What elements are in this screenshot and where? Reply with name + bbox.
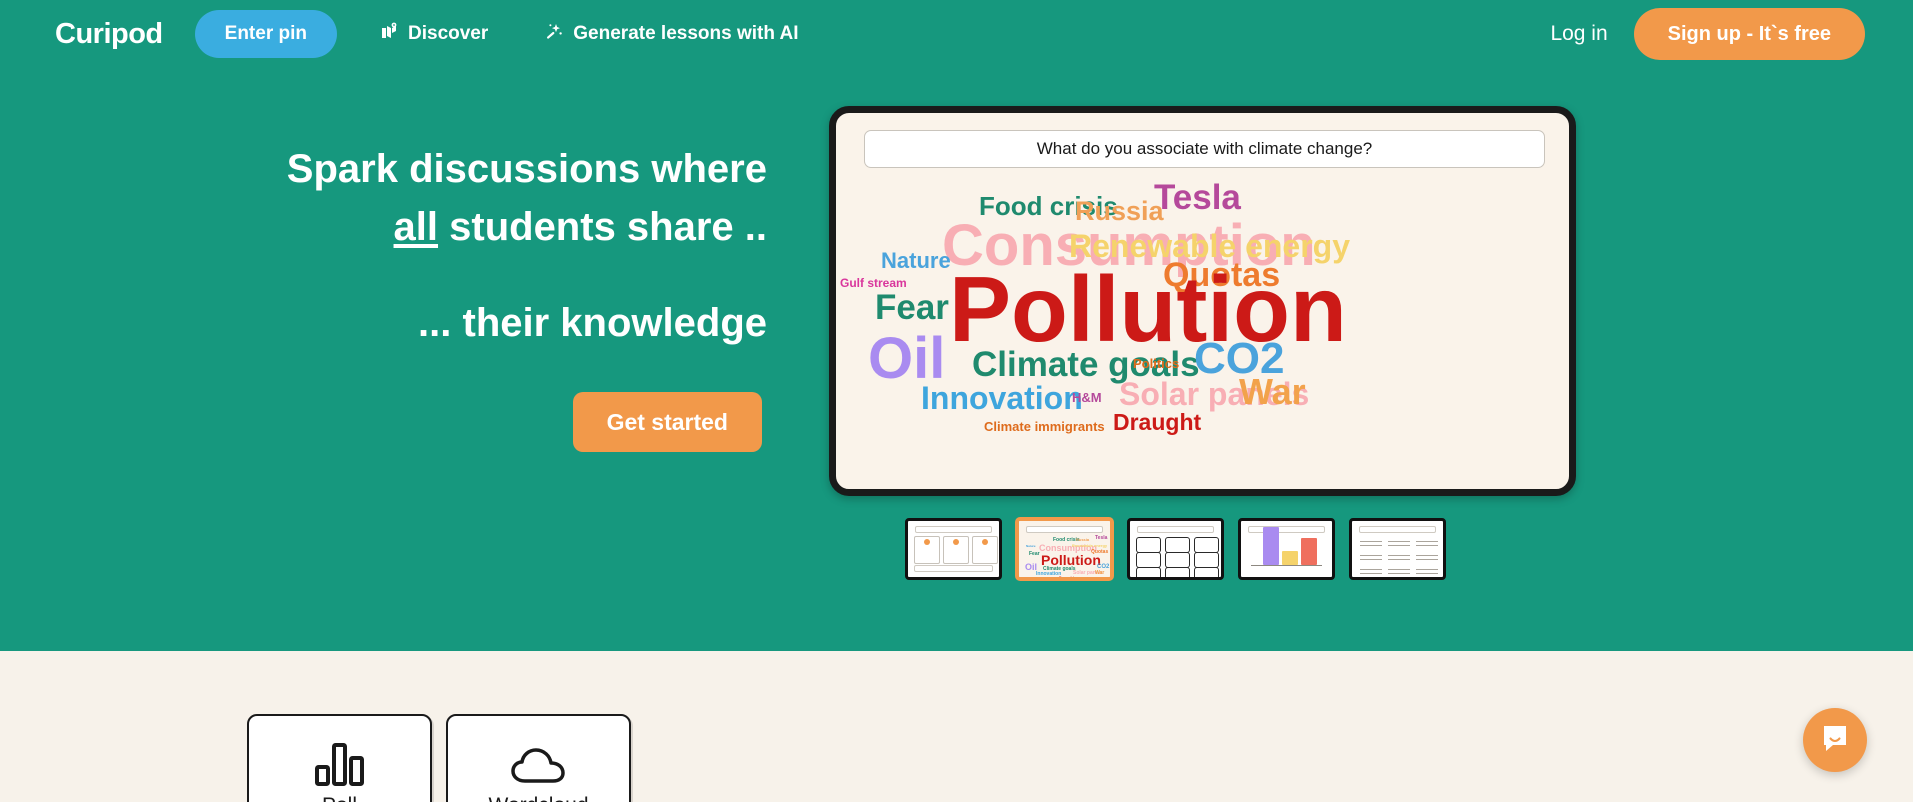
wordcloud-word: H&M [1072, 391, 1102, 404]
hero-headline-line2-rest: students share .. [438, 205, 767, 249]
thumbnail-drawing-cell [1165, 537, 1190, 553]
thumbnail-question-bar [1248, 526, 1325, 533]
thumbnail-text-cell [1358, 552, 1384, 566]
thumbnail-text-cell [1414, 538, 1440, 552]
nav-item-discover[interactable]: Discover [381, 22, 488, 46]
activity-type-cards: Poll Wordcloud [247, 714, 631, 802]
wordcloud-word: Climate immigrants [984, 420, 1105, 433]
thumbnail-slide-4[interactable] [1238, 518, 1335, 580]
bar-chart-icon [315, 738, 365, 786]
thumbnail-word: War [1095, 571, 1104, 576]
features-section: Poll Wordcloud Create interactive lesson… [0, 651, 1913, 802]
wordcloud-word: Fear [875, 290, 949, 325]
thumbnail-word: Renewable energy [1072, 544, 1107, 548]
intercom-chat-button[interactable] [1803, 708, 1867, 772]
smiley-face-icon [61, 27, 75, 38]
thumbnail-word: Innovation [1036, 572, 1061, 577]
thumbnail-drawing-cell [1165, 552, 1190, 568]
thumbnail-text-cell [1358, 538, 1384, 552]
thumbnail-question-bar [915, 526, 992, 533]
chat-bubble-smile-icon [1819, 722, 1851, 759]
thumbnail-word: Nature [1026, 545, 1036, 548]
thumbnail-slide-5[interactable] [1349, 518, 1446, 580]
thumbnail-question-bar [1137, 526, 1214, 533]
hero-headline-line1: Spark discussions where [0, 140, 767, 198]
cloud-icon [511, 738, 567, 786]
thumbnail-poll-bar [1263, 527, 1279, 565]
thumbnail-word: Draught [1059, 576, 1074, 580]
thumbnail-drawing-cell [1165, 567, 1190, 580]
thumbnail-word: Tesla [1095, 536, 1107, 541]
hero-section: Curipod Enter pin Discover [0, 0, 1913, 651]
enter-pin-button[interactable]: Enter pin [195, 10, 337, 58]
hero-headline: Spark discussions where all students sha… [0, 140, 770, 256]
wordcloud-word: Nature [881, 250, 951, 272]
thumbnail-avatar [982, 539, 988, 545]
hero-headline-line2: all students share .. [0, 198, 767, 256]
wordcloud-word: War [1239, 374, 1306, 410]
thumbnail-footer-bar [914, 565, 993, 572]
thumbnail-slide-3[interactable] [1127, 518, 1224, 580]
wordcloud-word: Russia [1075, 198, 1164, 225]
slide-thumbnail-carousel: Food crisisConsumptionNatureRussiaTeslaR… [905, 518, 1446, 580]
hero-underlined-word: all [394, 205, 438, 249]
thumbnail-question-bar [1026, 526, 1103, 533]
nav-label-generate: Generate lessons with AI [573, 23, 798, 45]
wordcloud-canvas: Food crisisConsumptionNatureGulf streamR… [836, 175, 1569, 495]
curipod-logo[interactable]: Curipod [55, 18, 163, 51]
hero-copy: Spark discussions where all students sha… [0, 140, 770, 452]
wordcloud-question: What do you associate with climate chang… [864, 130, 1545, 168]
thumbnail-question-bar [1359, 526, 1436, 533]
login-link[interactable]: Log in [1550, 22, 1607, 46]
thumbnail-text-cell [1386, 538, 1412, 552]
nav-label-discover: Discover [408, 23, 488, 45]
activity-label-wordcloud: Wordcloud [489, 794, 589, 802]
activity-card-wordcloud[interactable]: Wordcloud [446, 714, 631, 802]
wordcloud-preview-panel: What do you associate with climate chang… [829, 106, 1576, 496]
wordcloud-word: Politics [1133, 357, 1179, 370]
thumbnail-text-cell [1386, 566, 1412, 580]
thumbnail-axis [1251, 565, 1322, 566]
thumbnail-slide-1[interactable] [905, 518, 1002, 580]
nav-item-generate-lessons[interactable]: Generate lessons with AI [544, 21, 798, 47]
thumbnail-drawing-cell [1136, 567, 1161, 580]
hero-cta-wrapper: Get started [0, 392, 770, 452]
landing-page: Curipod Enter pin Discover [0, 0, 1913, 802]
wordcloud-word: Pollution [949, 263, 1347, 356]
thumbnail-drawing-cell [1136, 552, 1161, 568]
wordcloud-word: Innovation [921, 382, 1083, 414]
magic-wand-icon [544, 21, 564, 47]
thumbnail-avatar [953, 539, 959, 545]
thumbnail-text-cell [1414, 566, 1440, 580]
thumbnail-drawing-cell [1194, 567, 1219, 580]
get-started-button[interactable]: Get started [573, 392, 762, 452]
activity-card-poll[interactable]: Poll [247, 714, 432, 802]
thumbnail-poll-bar [1282, 551, 1298, 565]
top-navigation-bar: Curipod Enter pin Discover [0, 0, 1913, 68]
thumbnail-text-cell [1414, 552, 1440, 566]
thumbnail-drawing-cell [1136, 537, 1161, 553]
thumbnail-drawing-cell [1194, 552, 1219, 568]
wordcloud-word: Tesla [1154, 180, 1241, 215]
hero-subheadline: ... their knowledge [0, 301, 770, 346]
thumbnail-word: Pollution [1041, 553, 1101, 567]
thumbnail-drawing-cell [1194, 537, 1219, 553]
thumbnail-slide-2[interactable]: Food crisisConsumptionNatureRussiaTeslaR… [1016, 518, 1113, 580]
thumbnail-text-cell [1358, 566, 1384, 580]
thumbnail-word: Fear [1029, 552, 1040, 557]
thumbnail-poll-bar [1301, 538, 1317, 565]
wordcloud-word: Draught [1113, 411, 1201, 434]
thumbnail-text-cell [1386, 552, 1412, 566]
signup-button[interactable]: Sign up - It`s free [1634, 8, 1865, 60]
thumbnail-word: Russia [1076, 538, 1089, 542]
activity-label-poll: Poll [322, 794, 357, 802]
thumbnail-avatar [924, 539, 930, 545]
map-chart-icon [381, 22, 399, 46]
